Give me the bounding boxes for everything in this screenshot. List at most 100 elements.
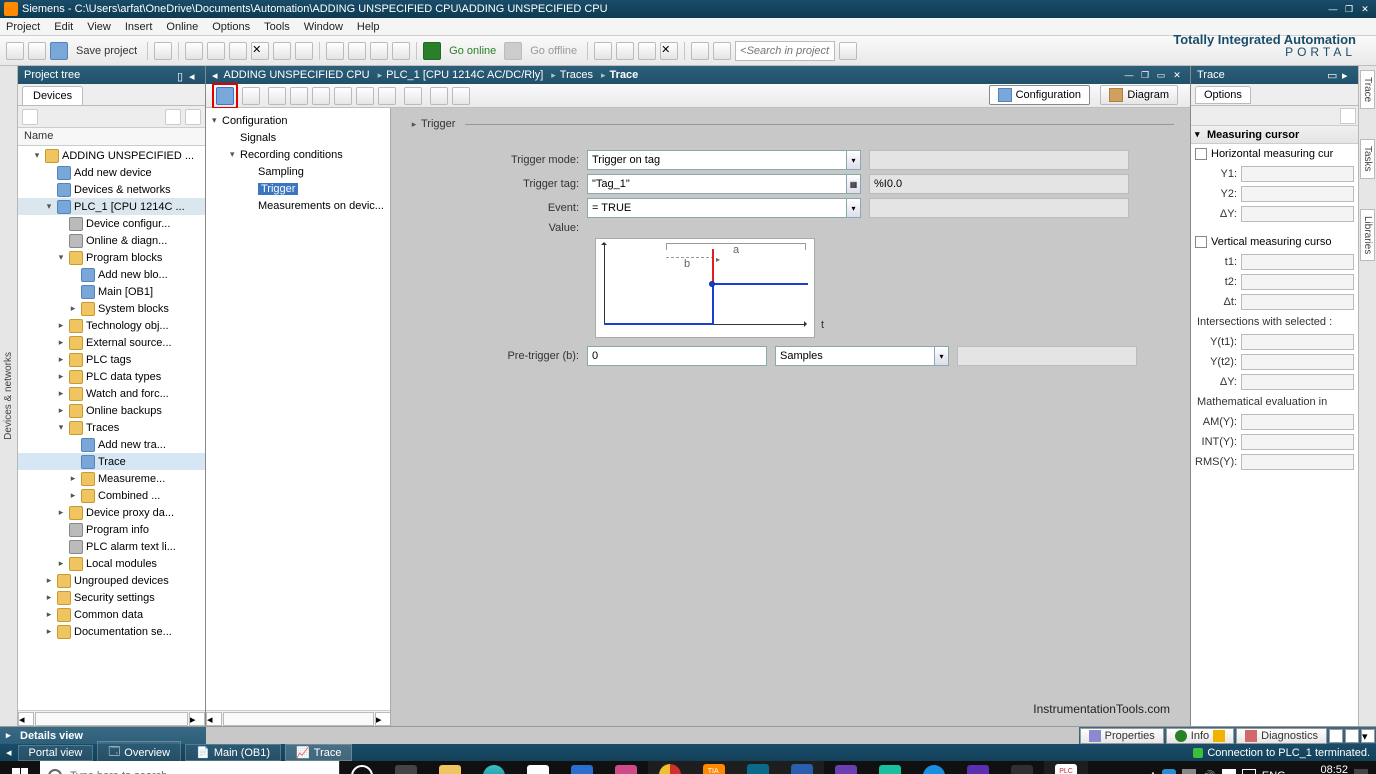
right-tab-libraries[interactable]: Libraries xyxy=(1360,209,1375,261)
cross-ref-button[interactable] xyxy=(638,42,656,60)
compile-button[interactable] xyxy=(326,42,344,60)
editor-toolbar-btn-6[interactable] xyxy=(334,87,352,105)
menu-online[interactable]: Online xyxy=(166,21,198,33)
tree-node[interactable]: ▸Online backups xyxy=(18,402,205,419)
tree-toolbar-btn-1[interactable] xyxy=(22,109,38,125)
trace-header-btn-2[interactable]: ▸ xyxy=(1342,69,1352,79)
info-button[interactable]: Info xyxy=(1166,728,1234,744)
tree-node[interactable]: ▸Common data xyxy=(18,606,205,623)
editor-toolbar-btn-3[interactable] xyxy=(268,87,286,105)
trigger-mode-field[interactable]: Trigger on tag xyxy=(587,150,847,170)
editor-toolbar-btn-8[interactable] xyxy=(378,87,396,105)
config-node[interactable]: Trigger xyxy=(208,180,388,197)
search-go-button[interactable] xyxy=(839,42,857,60)
scroll-track[interactable] xyxy=(35,712,188,726)
tab-devices[interactable]: Devices xyxy=(22,86,83,105)
tray-printer-icon[interactable] xyxy=(1182,769,1196,774)
task-store[interactable] xyxy=(516,761,560,774)
tree-toolbar-btn-3[interactable] xyxy=(185,109,201,125)
task-app-1[interactable] xyxy=(868,761,912,774)
copy-button[interactable] xyxy=(207,42,225,60)
tree-node[interactable]: ▸PLC tags xyxy=(18,351,205,368)
tray-lang[interactable]: ENG xyxy=(1262,770,1286,774)
editor-maximize-button[interactable]: ▭ xyxy=(1154,69,1168,81)
task-word[interactable] xyxy=(780,761,824,774)
event-dropdown-icon[interactable]: ▾ xyxy=(847,198,861,218)
scroll-track[interactable] xyxy=(223,712,374,726)
tree-expand-icon[interactable]: ▾ xyxy=(32,150,42,161)
config-tree[interactable]: ▾ConfigurationSignals▾Recording conditio… xyxy=(206,108,391,726)
tray-onedrive-icon[interactable] xyxy=(1162,769,1176,774)
editor-toolbar-btn-11[interactable] xyxy=(452,87,470,105)
hcursor-checkbox[interactable] xyxy=(1195,148,1207,160)
rms-input[interactable] xyxy=(1241,454,1354,470)
tree-node[interactable]: ▸Documentation se... xyxy=(18,623,205,640)
status-tab-portal[interactable]: Portal view xyxy=(18,745,94,761)
yt1-input[interactable] xyxy=(1241,334,1354,350)
redo-button[interactable] xyxy=(295,42,313,60)
tray-up-icon[interactable]: ˄ xyxy=(1150,770,1156,774)
status-tab-main[interactable]: 📄Main (OB1) xyxy=(185,744,281,761)
tab-configuration[interactable]: Configuration xyxy=(989,85,1090,105)
restore-button[interactable]: ❐ xyxy=(1342,3,1356,15)
editor-toolbar-btn-10[interactable] xyxy=(430,87,448,105)
task-chrome[interactable] xyxy=(648,761,692,774)
task-app-2[interactable] xyxy=(956,761,1000,774)
tab-diagram[interactable]: Diagram xyxy=(1100,85,1178,105)
status-tab-trace[interactable]: 📈Trace xyxy=(285,744,352,761)
options-tool-btn[interactable] xyxy=(1340,108,1356,124)
trigger-mode-dropdown-icon[interactable]: ▾ xyxy=(847,150,861,170)
tree-node[interactable]: ▸Ungrouped devices xyxy=(18,572,205,589)
task-explorer[interactable] xyxy=(428,761,472,774)
stop-cpu-button[interactable] xyxy=(616,42,634,60)
scroll-left-button[interactable]: ◂ xyxy=(18,712,34,726)
tree-node[interactable]: ▾ADDING UNSPECIFIED ... xyxy=(18,147,205,164)
tree-expand-icon[interactable]: ▸ xyxy=(56,405,66,416)
tree-expand-icon[interactable]: ▸ xyxy=(44,609,54,620)
tree-node[interactable]: Add new tra... xyxy=(18,436,205,453)
tree-node[interactable]: Add new blo... xyxy=(18,266,205,283)
tree-node[interactable]: Online & diagn... xyxy=(18,232,205,249)
tree-node[interactable]: ▸Local modules xyxy=(18,555,205,572)
sim-button[interactable] xyxy=(392,42,410,60)
tree-expand-icon[interactable]: ▸ xyxy=(56,371,66,382)
right-tab-trace[interactable]: Trace xyxy=(1360,70,1375,109)
tree-expand-icon[interactable]: ▸ xyxy=(44,592,54,603)
download-button[interactable] xyxy=(348,42,366,60)
details-mini-1[interactable] xyxy=(1329,729,1343,743)
tray-volume-icon[interactable]: 🔊 xyxy=(1202,770,1216,774)
tree-expand-icon[interactable]: ▸ xyxy=(56,320,66,331)
tree-node[interactable]: ▾Traces xyxy=(18,419,205,436)
scroll-right-button[interactable]: ▸ xyxy=(375,712,391,726)
tree-node[interactable]: Main [OB1] xyxy=(18,283,205,300)
menu-window[interactable]: Window xyxy=(304,21,343,33)
breadcrumb-3[interactable]: Traces xyxy=(560,69,593,81)
project-tree[interactable]: ▾ADDING UNSPECIFIED ...Add new deviceDev… xyxy=(18,146,205,710)
task-snip[interactable] xyxy=(824,761,868,774)
y2-input[interactable] xyxy=(1241,186,1354,202)
tree-expand-icon[interactable]: ▾ xyxy=(44,201,54,212)
dy2-input[interactable] xyxy=(1241,374,1354,390)
tree-expand-icon[interactable]: ▸ xyxy=(68,303,78,314)
editor-toolbar-btn-5[interactable] xyxy=(312,87,330,105)
paste-button[interactable] xyxy=(229,42,247,60)
task-mail[interactable] xyxy=(560,761,604,774)
minimize-button[interactable]: — xyxy=(1326,3,1340,15)
tree-expand-icon[interactable]: ▸ xyxy=(56,337,66,348)
tree-expand-icon[interactable]: ▸ xyxy=(68,473,78,484)
tab-options[interactable]: Options xyxy=(1195,86,1251,104)
task-cortana[interactable] xyxy=(340,761,384,774)
go-offline-icon[interactable] xyxy=(504,42,522,60)
split-h-button[interactable] xyxy=(691,42,709,60)
menu-help[interactable]: Help xyxy=(357,21,380,33)
tree-node[interactable]: ▸Combined ... xyxy=(18,487,205,504)
tree-node[interactable]: Add new device xyxy=(18,164,205,181)
tree-expand-icon[interactable]: ▾ xyxy=(56,422,66,433)
tree-expand-icon[interactable]: ▸ xyxy=(44,626,54,637)
trigger-tag-field[interactable]: "Tag_1" xyxy=(587,174,847,194)
editor-toolbar-btn-2[interactable] xyxy=(242,87,260,105)
editor-toolbar-btn-7[interactable] xyxy=(356,87,374,105)
details-mini-2[interactable] xyxy=(1345,729,1359,743)
config-node[interactable]: ▾Configuration xyxy=(208,112,388,129)
scroll-left-button[interactable]: ◂ xyxy=(206,712,222,726)
